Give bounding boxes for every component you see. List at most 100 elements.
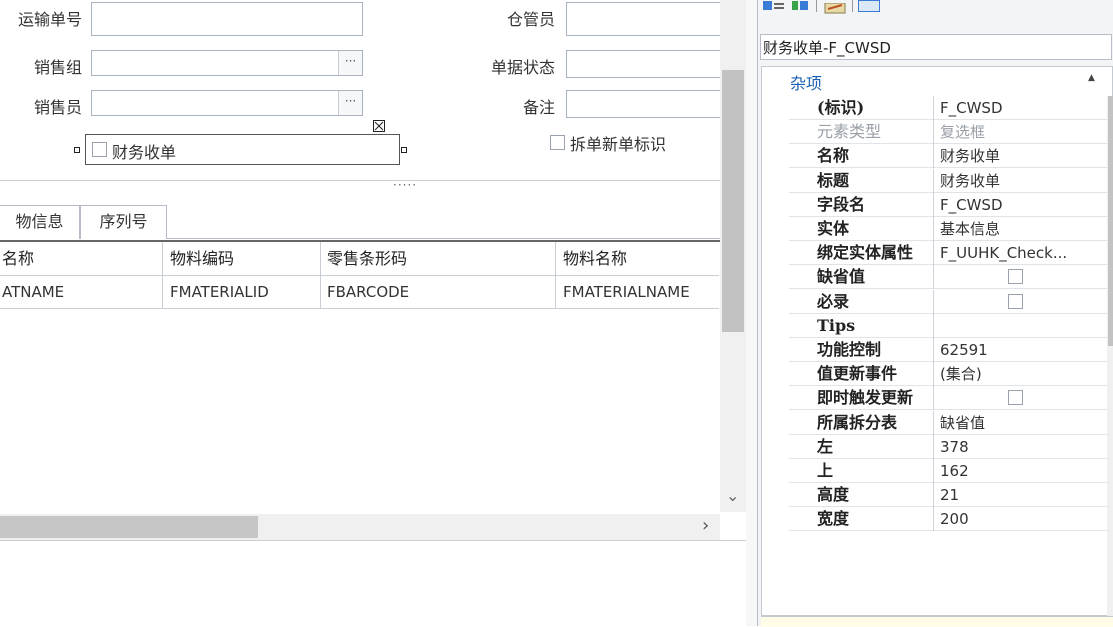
grid-header-name[interactable]: 名称 <box>2 243 157 275</box>
split-new-order-checkbox[interactable] <box>550 135 565 150</box>
sales-group-ellipsis-button[interactable]: ··· <box>338 51 362 75</box>
property-row[interactable]: 缺省值 <box>789 265 1107 290</box>
property-name: 实体 <box>789 217 934 241</box>
property-value[interactable]: 财务收单 <box>935 144 1107 168</box>
grid-row-bottom-border <box>0 308 719 309</box>
grid-header-retail-barcode[interactable]: 零售条形码 <box>327 243 552 275</box>
property-value[interactable]: 基本信息 <box>935 217 1107 241</box>
grid-col-divider-2[interactable] <box>320 242 321 309</box>
property-row[interactable]: 绑定实体属性 F_UUHK_Check... <box>789 241 1107 266</box>
category-collapse-icon[interactable]: ▲ <box>1088 73 1095 83</box>
field-label-warehouse-keeper: 仓管员 <box>506 10 555 29</box>
property-row[interactable]: 元素类型 复选框 <box>789 120 1107 145</box>
property-grid-scrollbar[interactable] <box>1107 96 1113 616</box>
scroll-down-icon[interactable]: ⌄ <box>726 486 739 505</box>
property-value[interactable]: F_CWSD <box>935 96 1107 120</box>
grid-cell-retail-barcode[interactable]: FBARCODE <box>327 276 552 308</box>
property-value[interactable]: 62591 <box>935 338 1107 362</box>
transport-no-input[interactable] <box>91 2 363 36</box>
property-value[interactable]: 200 <box>935 507 1107 531</box>
property-row[interactable]: 即时触发更新 <box>789 386 1107 411</box>
horizontal-splitter[interactable] <box>0 180 746 181</box>
canvas-bottom-border <box>0 540 746 541</box>
grid-horizontal-scrollbar[interactable]: › <box>0 514 720 540</box>
category-row-misc[interactable]: 杂项 ▲ <box>762 70 1108 93</box>
property-checkbox[interactable] <box>1008 293 1023 309</box>
object-selector-combobox[interactable]: 财务收单-F_CWSD <box>760 34 1112 60</box>
property-value[interactable]: 21 <box>935 483 1107 507</box>
vertical-scroll-thumb[interactable] <box>722 70 744 332</box>
grid-header-material-code[interactable]: 物料编码 <box>170 243 315 275</box>
property-grid-scroll-thumb[interactable] <box>1108 96 1113 346</box>
property-name: 值更新事件 <box>789 362 934 387</box>
property-row[interactable]: 左 378 <box>789 434 1107 459</box>
property-value[interactable]: 财务收单 <box>935 169 1107 193</box>
property-name: 左 <box>789 434 934 459</box>
salesperson-input[interactable]: ··· <box>91 90 363 116</box>
property-name: 所属拆分表 <box>789 410 934 435</box>
resize-handle-right[interactable] <box>401 147 407 153</box>
property-row[interactable]: 功能控制 62591 <box>789 338 1107 362</box>
property-row[interactable]: (标识) F_CWSD <box>789 96 1107 120</box>
property-row[interactable]: 实体 基本信息 <box>789 217 1107 241</box>
property-name: 标题 <box>789 168 934 193</box>
property-name: 宽度 <box>789 507 934 532</box>
field-label-doc-status: 单据状态 <box>490 58 555 77</box>
grid-cell-material-code[interactable]: FMATERIALID <box>170 276 315 308</box>
field-label-salesperson: 销售员 <box>33 98 82 117</box>
property-name: 字段名 <box>789 192 934 217</box>
splitter-grip[interactable]: ····· <box>393 178 417 192</box>
tab-serial-number-label: 序列号 <box>99 212 148 231</box>
property-value[interactable]: (集合) <box>935 362 1107 386</box>
grid-header-material-name[interactable]: 物料名称 <box>563 243 723 275</box>
categorized-view-icon[interactable] <box>763 0 785 14</box>
resize-handle-left[interactable] <box>74 147 80 153</box>
property-checkbox[interactable] <box>1008 390 1023 406</box>
property-row[interactable]: 高度 21 <box>789 483 1107 508</box>
horizontal-scroll-thumb[interactable] <box>0 516 258 538</box>
object-selector-value: 财务收单-F_CWSD <box>763 39 891 57</box>
property-value-checkbox[interactable] <box>935 265 1107 289</box>
sales-group-input[interactable]: ··· <box>91 50 363 76</box>
events-icon[interactable] <box>858 0 880 12</box>
sorted-view-icon[interactable] <box>792 0 810 14</box>
property-value[interactable]: 复选框 <box>935 120 1107 144</box>
move-handle-icon[interactable] <box>373 120 385 132</box>
grid-vertical-scrollbar[interactable]: ⌄ <box>720 0 746 512</box>
grid-cell-name[interactable]: ATNAME <box>2 276 157 308</box>
grid-cell-material-name[interactable]: FMATERIALNAME <box>563 276 719 308</box>
property-value[interactable]: 缺省值 <box>935 411 1107 435</box>
grid-header-top-border <box>0 240 746 242</box>
grid-col-divider-1[interactable] <box>162 242 163 309</box>
grid-col-divider-3[interactable] <box>555 242 556 309</box>
tab-serial-number[interactable]: 序列号 <box>80 205 167 239</box>
finance-receipt-checkbox[interactable] <box>92 142 107 157</box>
property-row[interactable]: 上 162 <box>789 459 1107 483</box>
property-row[interactable]: 标题 财务收单 <box>789 168 1107 193</box>
property-value-checkbox[interactable] <box>935 386 1107 410</box>
salesperson-ellipsis-button[interactable]: ··· <box>338 91 362 115</box>
property-pages-icon[interactable] <box>824 0 846 14</box>
scroll-right-icon[interactable]: › <box>702 515 709 536</box>
property-row[interactable]: 所属拆分表 缺省值 <box>789 410 1107 435</box>
property-value[interactable]: F_CWSD <box>935 193 1107 217</box>
form-designer-canvas: 运输单号 仓管员 销售组 ··· 单据状态 销售员 ··· 备注 财务收单 拆单… <box>0 0 756 541</box>
property-row[interactable]: 名称 财务收单 <box>789 144 1107 169</box>
property-name: 名称 <box>789 144 934 169</box>
property-value[interactable]: F_UUHK_Check... <box>935 241 1107 265</box>
property-row[interactable]: 宽度 200 <box>789 507 1107 532</box>
split-new-order-checkbox-label: 拆单新单标识 <box>570 135 667 154</box>
property-row[interactable]: 必录 <box>789 289 1107 314</box>
property-row[interactable]: 值更新事件 (集合) <box>789 362 1107 387</box>
selected-control-frame[interactable]: 财务收单 <box>85 134 400 165</box>
property-name: 高度 <box>789 483 934 508</box>
property-value[interactable]: 378 <box>935 435 1107 459</box>
tab-material-info[interactable]: 物信息 <box>0 205 80 239</box>
panel-divider[interactable] <box>746 0 758 626</box>
property-value[interactable]: 162 <box>935 459 1107 483</box>
property-row[interactable]: Tips <box>789 313 1107 338</box>
property-value[interactable] <box>935 314 1107 338</box>
property-value-checkbox[interactable] <box>935 290 1107 314</box>
property-checkbox[interactable] <box>1008 269 1023 285</box>
property-row[interactable]: 字段名 F_CWSD <box>789 192 1107 217</box>
